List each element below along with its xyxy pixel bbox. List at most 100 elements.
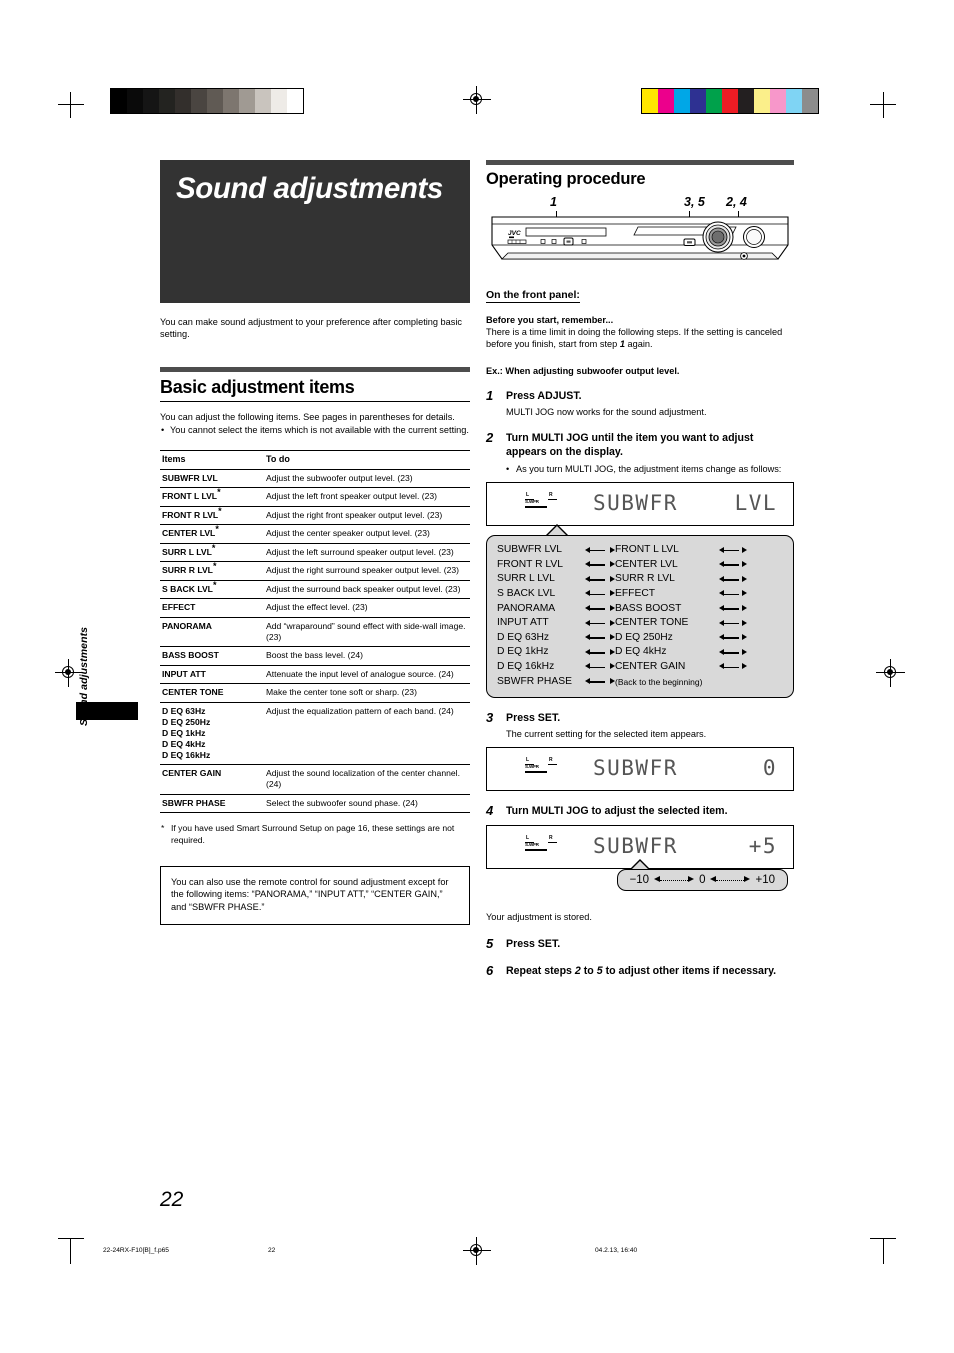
flow-item-right: CENTER TONE [615,617,689,629]
table-footnote: If you have used Smart Surround Setup on… [160,823,470,846]
lcd-text-row: SUBWFR 0 [593,756,777,780]
cell-todo: Attenuate the input level of analogue so… [264,665,470,685]
lcd-speaker-indicator: L R S.WFR [525,492,559,509]
flow-row: PANORAMA BASS BOOST [497,602,785,617]
before-step-number: 1 [619,339,625,350]
lcd-indicator-subwoofer: S.WFR [525,499,539,505]
flow-row: SURR L LVL SURR R LVL [497,572,785,587]
gray-swatch [239,89,255,113]
registration-mark-left [55,659,83,687]
flow-item-left: D EQ 1kHz [497,646,549,658]
gray-swatch [207,89,223,113]
cell-item: CENTER TONE [160,683,264,703]
lcd3-right-text: +5 [748,834,777,859]
color-swatch [770,89,786,113]
flow-item-right: D EQ 4kHz [615,646,667,658]
cell-item-line: D EQ 16kHz [162,749,211,760]
step-6-text-a: Repeat steps [506,964,572,977]
step-4-number: 4 [486,803,494,819]
color-swatch [658,89,674,113]
step-6-from: 2 [574,964,581,977]
cell-item: EFFECT [160,598,264,618]
cell-item-line: D EQ 63Hz [162,705,206,716]
cell-item: FRONT R LVL* [160,505,264,526]
cell-item: PANORAMA [160,617,264,648]
gray-swatch [255,89,271,113]
cell-item: SURR R LVL* [160,561,264,581]
double-arrow-icon [719,662,747,672]
cell-todo: Adjust the center speaker output level. … [264,524,470,544]
step-2: 2 Turn MULTI JOG until the item you want… [486,429,794,476]
lcd-display-subwfr-0: L R S.WFR SUBWFR 0 [486,747,794,792]
cell-todo: Adjust the effect level. (23) [264,598,470,618]
right-column: Operating procedure 1 3, 5 2, 4 JVC On t… [486,160,794,978]
range-callout: −10 0 +10 [486,859,794,903]
section-heading-basic-items: Basic adjustment items [160,376,355,397]
left-column: Sound adjustments You can make sound adj… [160,160,470,926]
section-rule-bottom [160,400,470,403]
lcd2-right-text: 0 [762,756,777,781]
page-number: 22 [160,1188,184,1211]
flow-row: FRONT R LVL CENTER LVL [497,558,785,573]
footnote-marker: * [212,561,217,572]
flow-item-right: (Back to the beginning) [615,676,703,687]
lcd-display-subwfr-lvl: L R S.WFR SUBWFR LVL [486,482,794,527]
registration-mark-bottom [463,1237,491,1265]
color-swatch [642,89,658,113]
col-header-todo: To do [264,449,470,470]
flow-item-left: S BACK LVL [497,587,556,599]
range-arrow-left [654,875,695,885]
double-arrow-icon [719,575,747,585]
callout-number-left: 1 [550,194,557,209]
lcd-indicator-l: L [526,492,530,499]
range-max: +10 [755,874,775,887]
cell-todo: Make the center tone soft or sharp. (23) [264,683,470,703]
double-arrow-icon [585,545,615,555]
adjustment-flow-callout: SUBWFR LVL FRONT L LVL FRONT R LVL CENTER L… [486,524,794,699]
crop-mark-bl-v [70,1238,72,1264]
gray-swatch [111,89,127,113]
flow-box: SUBWFR LVL FRONT L LVL FRONT R LVL CENTER L… [486,535,794,699]
flow-item-right: SURR R LVL [615,573,675,585]
cell-item-line: D EQ 1kHz [162,727,206,738]
double-arrow-icon [719,589,747,599]
footnote-marker: * [218,505,222,516]
double-arrow-icon [585,662,615,672]
lcd-speaker-indicator: L R S.WFR [525,757,559,774]
page-canvas: Sound adjustments Sound adjustments You … [0,0,954,1353]
footnote-marker: * [217,487,221,498]
double-arrow-icon [585,575,615,585]
flow-item-left: SUBWFR LVL [497,544,563,556]
section-heading-operating-procedure: Operating procedure [486,169,646,188]
before-you-start-text: There is a time limit in doing the follo… [486,326,794,351]
step-2-number: 2 [486,429,494,445]
flow-item-right: FRONT L LVL [615,544,679,556]
flow-row: SBWFR PHASE (Back to the beginning) [497,675,785,690]
cell-todo: Add “wraparound” sound effect with side-… [264,617,470,648]
footer-timestamp: 04.2.13, 16:40 [595,1247,638,1254]
table-row: FRONT L LVL* Adjust the left front speake… [160,487,470,507]
before-you-start-heading: Before you start, remember... [486,315,614,325]
table-row: SUBWFR LVL Adjust the subwoofer output le… [160,469,470,489]
flow-item-left: FRONT R LVL [497,558,563,570]
svg-text:JVC: JVC [508,230,521,237]
double-arrow-icon [585,589,615,599]
cell-item-line: D EQ 250Hz [162,716,211,727]
gray-swatch [143,89,159,113]
flow-item-right: D EQ 250Hz [615,631,673,643]
adjustment-items-table: Items To do SUBWFR LVL Adjust the subwoof… [160,449,470,814]
receiver-front-panel-svg: JVC [491,215,789,260]
step-2-title: Turn MULTI JOG until the item you want t… [506,431,754,458]
step-1-sub: MULTI JOG now works for the sound adjust… [506,406,707,417]
cell-item: CENTER LVL* [160,524,264,544]
gray-swatch [271,89,287,113]
crop-mark-tr-v [883,92,885,118]
step-3-number: 3 [486,710,494,726]
double-arrow-icon [585,618,615,628]
front-panel-subheading: On the front panel: [486,289,580,303]
range-mid: 0 [699,874,706,887]
table-row: SURR L LVL* Adjust the left surround spea… [160,543,470,563]
flow-item-left: D EQ 16kHz [497,660,555,672]
color-swatch [802,89,818,113]
step-6-number: 6 [486,962,494,978]
